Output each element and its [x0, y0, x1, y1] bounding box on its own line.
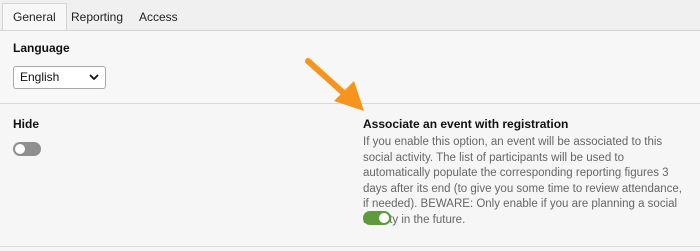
hide-toggle[interactable] [13, 142, 41, 156]
tab-general-label: General [13, 10, 56, 24]
pointer-arrow-icon [305, 58, 364, 111]
tab-reporting-label: Reporting [71, 10, 124, 24]
tab-access[interactable]: Access [139, 4, 178, 30]
bottom-divider [0, 246, 700, 247]
toggle-knob [15, 144, 25, 154]
toggle-knob [379, 213, 389, 223]
language-select[interactable]: English [13, 66, 106, 89]
tab-general[interactable]: General [2, 3, 67, 31]
language-select-value: English [20, 70, 60, 84]
hide-label: Hide [13, 117, 40, 131]
chevron-down-icon [89, 67, 99, 88]
language-label: Language [13, 41, 70, 55]
tab-access-label: Access [139, 10, 178, 24]
associate-event-title: Associate an event with registration [363, 117, 569, 131]
tab-reporting[interactable]: Reporting [71, 4, 123, 30]
tab-bar: General Reporting Access [0, 0, 700, 31]
associate-event-description: If you enable this option, an event will… [363, 136, 682, 226]
associate-event-toggle[interactable] [363, 211, 391, 225]
